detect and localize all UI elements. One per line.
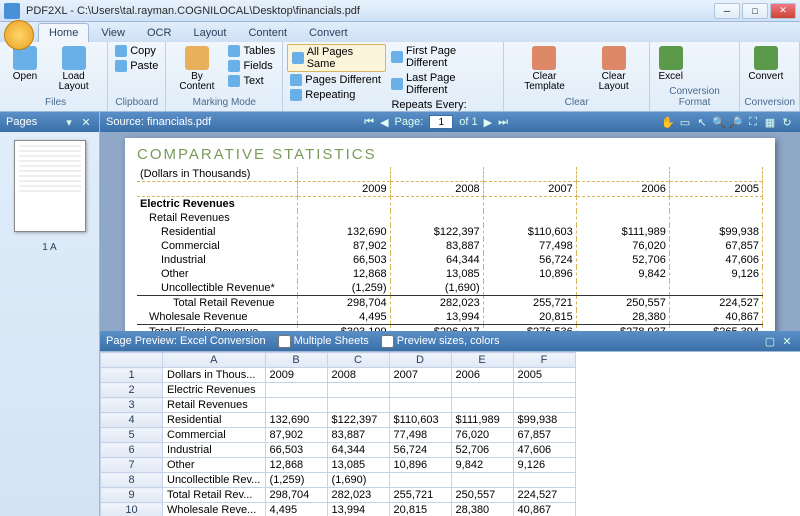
clear-layout-button[interactable]: Clear Layout	[583, 44, 645, 94]
all-pages-same-button[interactable]: All Pages Same	[287, 44, 386, 72]
excel-icon	[659, 46, 683, 70]
pages-sidebar: Pages ▾✕ 1 A	[0, 112, 100, 516]
lastdiff-icon	[391, 78, 403, 90]
fields-button[interactable]: Fields	[225, 59, 278, 73]
excel-format-button[interactable]: Excel	[654, 44, 688, 84]
copy-icon	[115, 45, 127, 57]
select-tool-icon[interactable]: ▭	[678, 115, 692, 129]
repeating-icon	[290, 89, 302, 101]
close-panel-icon[interactable]: ✕	[79, 115, 93, 129]
tab-ocr[interactable]: OCR	[137, 24, 181, 42]
paste-icon	[115, 60, 127, 72]
pages-different-button[interactable]: Pages Different	[287, 73, 386, 87]
load-layout-button[interactable]: Load Layout	[44, 44, 103, 94]
first-page-diff-button[interactable]: First Page Different	[388, 44, 499, 70]
tab-layout[interactable]: Layout	[183, 24, 236, 42]
tables-icon	[228, 45, 240, 57]
pagesdiff-icon	[290, 74, 302, 86]
tab-content[interactable]: Content	[238, 24, 297, 42]
tab-view[interactable]: View	[91, 24, 135, 42]
close-button[interactable]: ✕	[770, 3, 796, 19]
document-table: (Dollars in Thousands)200920082007200620…	[137, 167, 763, 331]
group-conversion-label: Conversion	[744, 97, 795, 109]
office-orb-button[interactable]	[4, 20, 34, 50]
last-page-icon[interactable]: ⏭	[498, 116, 508, 129]
ribbon-tabs: Home View OCR Layout Content Convert	[0, 22, 800, 42]
filter-icon[interactable]: ▾	[62, 115, 76, 129]
open-button[interactable]: Open	[8, 44, 42, 84]
prev-page-icon[interactable]: ◀	[380, 116, 388, 129]
doc-title: COMPARATIVE STATISTICS	[137, 146, 763, 163]
group-files-label: Files	[8, 97, 103, 109]
page-label: Page:	[395, 116, 424, 128]
page-number-input[interactable]	[429, 115, 453, 129]
paste-button[interactable]: Paste	[112, 59, 161, 73]
excel-preview[interactable]: ABCDEF1Dollars in Thous...20092008200720…	[100, 351, 800, 516]
group-cformat-label: Conversion Format	[654, 86, 736, 109]
group-marking-label: Marking Mode	[170, 97, 278, 109]
firstdiff-icon	[391, 51, 402, 63]
zoom-in-icon[interactable]: 🔎	[729, 115, 743, 129]
fields-icon	[228, 60, 240, 72]
pointer-icon[interactable]: ↖	[695, 115, 709, 129]
copy-button[interactable]: Copy	[112, 44, 161, 58]
preview-title: Page Preview: Excel Conversion	[106, 335, 266, 347]
by-content-icon	[185, 46, 209, 70]
clear-layout-icon	[602, 46, 626, 70]
text-icon	[228, 75, 240, 87]
next-page-icon[interactable]: ▶	[484, 116, 492, 129]
hand-tool-icon[interactable]: ✋	[661, 115, 675, 129]
minimize-button[interactable]: ─	[714, 3, 740, 19]
load-layout-icon	[62, 46, 86, 70]
allpages-icon	[292, 52, 303, 64]
clear-template-icon	[532, 46, 556, 70]
rotate-icon[interactable]: ↻	[780, 115, 794, 129]
ribbon: Open Load Layout Files Copy Paste Clipbo…	[0, 42, 800, 112]
preview-sizes-check[interactable]: Preview sizes, colors	[381, 335, 500, 348]
window-title: PDF2XL - C:\Users\tal.rayman.COGNILOCAL\…	[26, 5, 714, 17]
clear-template-button[interactable]: Clear Template	[508, 44, 580, 94]
text-button[interactable]: Text	[225, 74, 278, 88]
tables-button[interactable]: Tables	[225, 44, 278, 58]
fit-width-icon[interactable]: ⛶	[746, 115, 760, 129]
preview-expand-icon[interactable]: ▢	[763, 334, 777, 348]
preview-close-icon[interactable]: ✕	[780, 334, 794, 348]
app-icon	[4, 3, 20, 19]
excel-table: ABCDEF1Dollars in Thous...20092008200720…	[100, 352, 576, 516]
zoom-out-icon[interactable]: 🔍	[712, 115, 726, 129]
title-bar: PDF2XL - C:\Users\tal.rayman.COGNILOCAL\…	[0, 0, 800, 22]
repeats-every-label: Repeats Every:	[388, 98, 499, 112]
maximize-button[interactable]: □	[742, 3, 768, 19]
fit-page-icon[interactable]: ▦	[763, 115, 777, 129]
page-thumbnail[interactable]	[14, 140, 86, 232]
page-of-label: of 1	[459, 116, 477, 128]
first-page-icon[interactable]: ⏮	[364, 116, 374, 129]
repeating-button[interactable]: Repeating	[287, 88, 386, 102]
convert-icon	[754, 46, 778, 70]
thumbnail-label: 1 A	[0, 242, 99, 253]
pages-title: Pages	[6, 116, 37, 128]
group-clipboard-label: Clipboard	[112, 97, 161, 109]
convert-button[interactable]: Convert	[744, 44, 787, 84]
document-view[interactable]: COMPARATIVE STATISTICS (Dollars in Thous…	[100, 132, 800, 331]
tab-convert[interactable]: Convert	[299, 24, 358, 42]
tab-home[interactable]: Home	[38, 23, 89, 42]
last-page-diff-button[interactable]: Last Page Different	[388, 71, 499, 97]
by-content-button[interactable]: By Content	[170, 44, 223, 94]
multiple-sheets-check[interactable]: Multiple Sheets	[278, 335, 369, 348]
pdf-page: COMPARATIVE STATISTICS (Dollars in Thous…	[125, 138, 775, 331]
source-title: Source: financials.pdf	[106, 116, 211, 128]
group-clear-label: Clear	[508, 97, 644, 109]
